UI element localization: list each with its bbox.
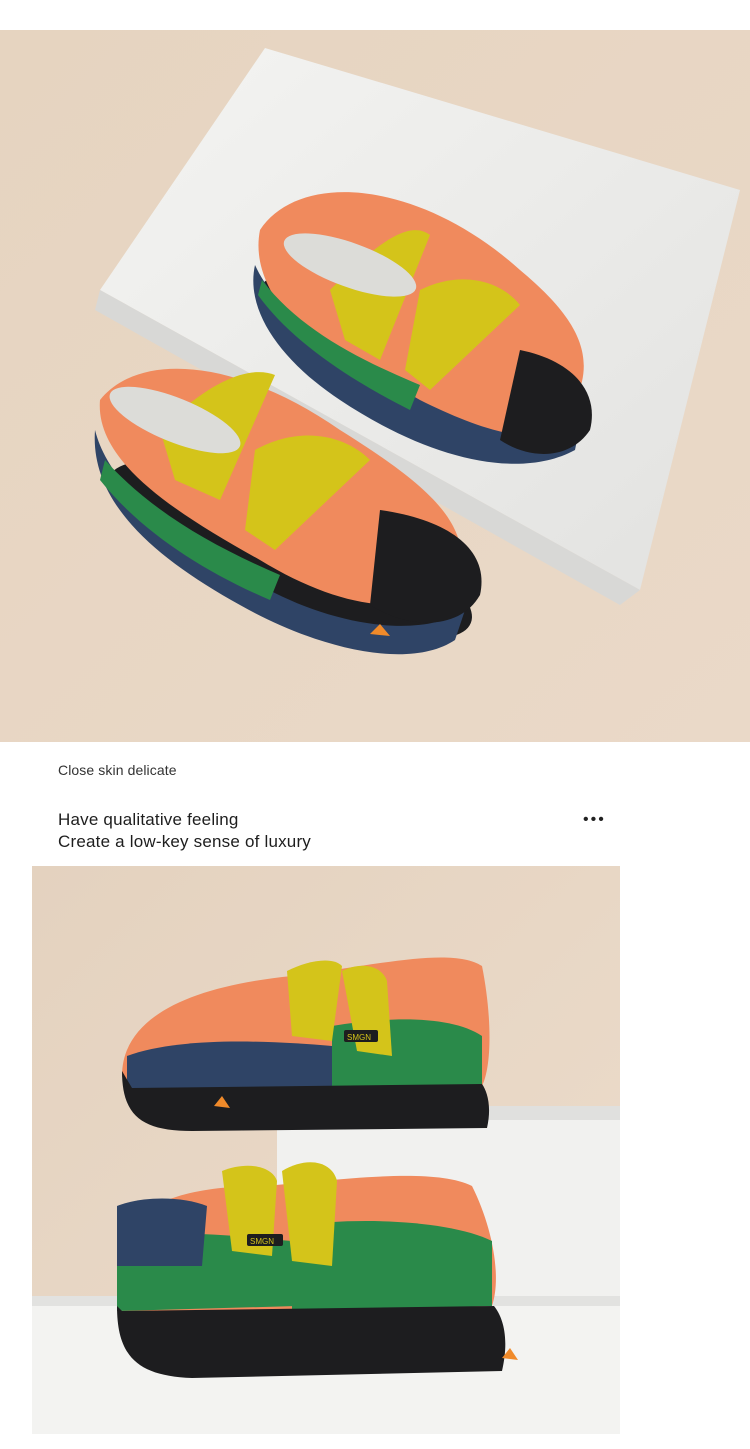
product-photo-bottom-illustration: SMGN SMGN: [32, 866, 620, 1434]
product-photo-bottom: SMGN SMGN: [32, 866, 620, 1434]
ellipsis-icon: •••: [583, 811, 606, 828]
product-photo-top-illustration: [0, 30, 750, 742]
headline-line-1: Have qualitative feeling: [58, 810, 239, 829]
headline-line-2: Create a low-key sense of luxury: [58, 832, 312, 851]
caption-text: Close skin delicate: [58, 762, 177, 778]
product-photo-top: [0, 30, 750, 742]
shoe-brand-label-upper: SMGN: [347, 1033, 371, 1042]
shoe-brand-label-lower: SMGN: [250, 1237, 274, 1246]
